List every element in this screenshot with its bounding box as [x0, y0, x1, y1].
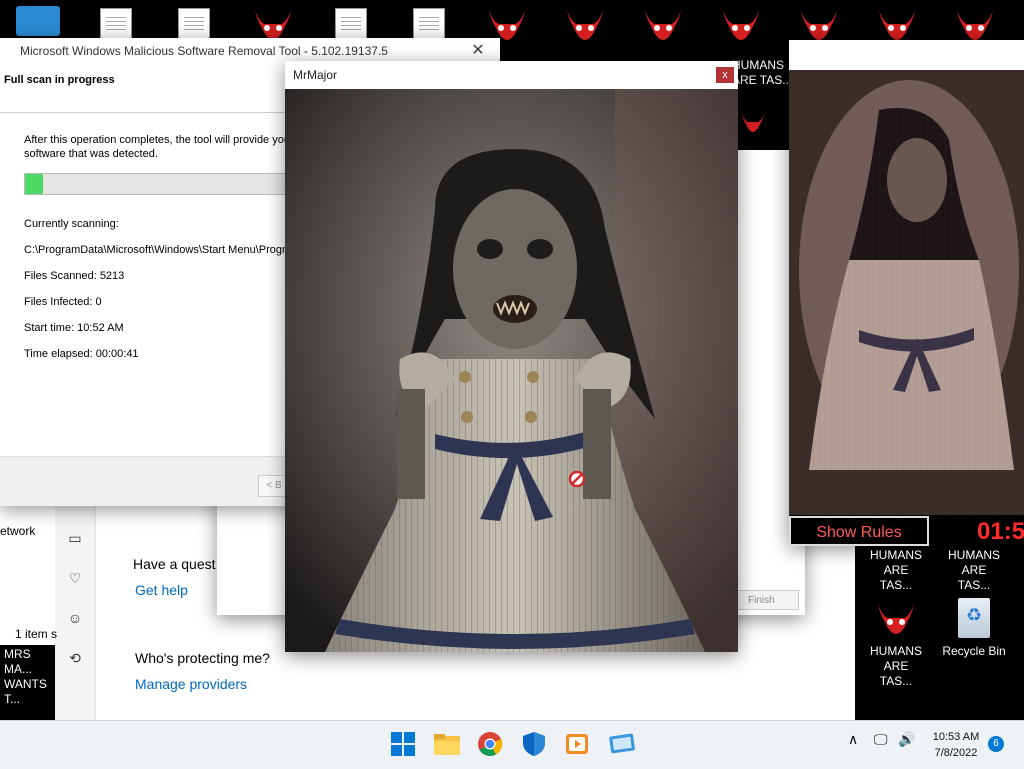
icon-label: HUMANS ARE TAS...: [869, 644, 922, 688]
desktop-devil-icon[interactable]: [705, 6, 777, 40]
taskbar: ∧ 🖵 🔊 10:53 AM 7/8/2022 6: [0, 720, 1024, 769]
media-player-icon[interactable]: [564, 731, 592, 759]
desktop-folder-icon[interactable]: [2, 2, 74, 36]
right-window-titlebar: [789, 40, 1024, 70]
notification-badge[interactable]: 6: [988, 736, 1004, 752]
partial-label-line: HUMANS: [732, 58, 785, 72]
desktop-document-icon[interactable]: [393, 8, 465, 40]
desktop-devil-icon[interactable]: [237, 6, 309, 40]
desktop-partial-label: HUMANS ARE TAS...: [732, 58, 792, 88]
manage-providers-link[interactable]: Manage providers: [135, 676, 247, 692]
chrome-icon[interactable]: [477, 731, 505, 759]
desktop-devil-icon[interactable]: [549, 6, 621, 40]
partial-label-line: ARE TAS...: [732, 73, 793, 87]
clock[interactable]: 10:53 AM 7/8/2022: [926, 729, 986, 761]
volume-icon[interactable]: 🔊: [898, 731, 915, 748]
desktop-devil-icon[interactable]: [471, 6, 543, 40]
icon-label: HUMANS ARE TAS...: [947, 548, 1000, 592]
desktop-devil-icon[interactable]: [627, 6, 699, 40]
recycle-bin-graphic: ♻: [958, 598, 990, 638]
desktop-top-row: [0, 0, 1024, 40]
show-hidden-icons-chevron-icon[interactable]: ∧: [848, 731, 858, 748]
devil-icon: [872, 598, 920, 638]
photos-app-icon[interactable]: [608, 731, 636, 759]
help-question-heading: Have a quest: [133, 556, 216, 572]
mrmajor-window: MrMajor x: [285, 61, 738, 652]
icon-label: HUMANS ARE TAS...: [869, 548, 922, 592]
who-protecting-heading: Who's protecting me?: [135, 650, 270, 666]
file-explorer-icon[interactable]: [433, 731, 461, 759]
mrmajor-title: MrMajor: [293, 68, 337, 82]
desktop-devil-icon-labeled[interactable]: HUMANS ARE TAS...: [860, 548, 932, 593]
partial-label-line: WANTS T...: [4, 677, 47, 706]
doll-glitch-image: [789, 70, 1024, 515]
msrt-title: Microsoft Windows Malicious Software Rem…: [20, 44, 388, 58]
partial-label-line: MRS MA...: [4, 647, 33, 676]
finish-button[interactable]: Finish: [737, 590, 799, 610]
desktop-document-icon[interactable]: [158, 8, 230, 40]
desktop-devil-icon[interactable]: [783, 6, 855, 40]
desktop-document-icon[interactable]: [315, 8, 387, 40]
icon-label: Recycle Bin: [942, 644, 1006, 658]
countdown-timer: 01:5: [977, 518, 1024, 545]
heartbeat-icon[interactable]: ♡: [65, 570, 85, 590]
mrmajor-close-button[interactable]: x: [716, 67, 734, 83]
laptop-icon[interactable]: ▭: [65, 530, 85, 550]
get-help-link[interactable]: Get help: [135, 582, 188, 598]
right-prank-window: Show Rules 01:5: [789, 40, 1024, 546]
network-label: etwork: [0, 524, 55, 538]
clock-time: 10:53 AM: [932, 731, 980, 743]
history-icon[interactable]: ⟲: [65, 650, 85, 670]
show-rules-button[interactable]: Show Rules: [789, 516, 929, 546]
network-icon[interactable]: 🖵: [874, 731, 888, 748]
desktop-document-icon[interactable]: [80, 8, 152, 40]
desktop-devil-icon[interactable]: [738, 104, 768, 143]
progress-fill: [25, 174, 43, 194]
windows-security-shield-icon[interactable]: [521, 731, 549, 759]
desktop-devil-icon[interactable]: [861, 6, 933, 40]
mrmajor-titlebar: MrMajor x: [285, 61, 738, 89]
desktop-partial-label: MRS MA... WANTS T...: [4, 647, 55, 719]
security-sidebar: ▭ ♡ ☺ ⟲: [55, 480, 96, 720]
items-count-label: 1 item s: [15, 627, 58, 641]
clock-date: 7/8/2022: [934, 747, 978, 759]
family-icon[interactable]: ☺: [65, 610, 85, 630]
recycle-bin-icon[interactable]: ♻ Recycle Bin: [932, 598, 1016, 659]
desktop-devil-icon[interactable]: [939, 6, 1011, 40]
desktop-devil-icon-labeled[interactable]: HUMANS ARE TAS...: [860, 598, 932, 689]
desktop-devil-icon-labeled[interactable]: HUMANS ARE TAS...: [938, 548, 1010, 593]
doll-illustration: [285, 89, 738, 652]
doll-glitch-illustration: [789, 70, 1024, 515]
start-windows-icon[interactable]: [390, 731, 418, 759]
creepy-doll-image: [285, 89, 738, 652]
